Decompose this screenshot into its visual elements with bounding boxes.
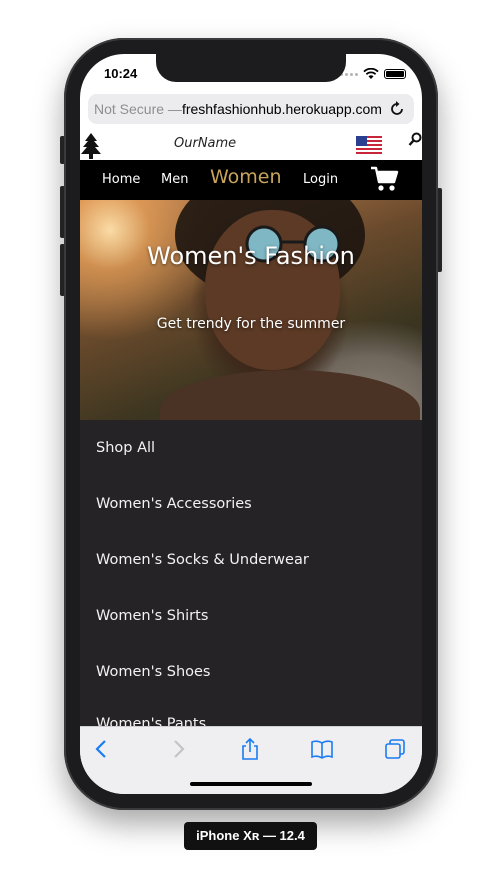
category-menu: Shop All Women's Accessories Women's Soc… (80, 420, 422, 726)
phone-screen: 10:24 Not Secure — freshfashionhub.herok… (80, 54, 422, 794)
not-secure-label: Not Secure — (94, 101, 182, 117)
nav-men[interactable]: Men (161, 172, 188, 187)
hero-photo-shoulder (160, 370, 420, 420)
nav-home[interactable]: Home (102, 172, 140, 187)
nav-women[interactable]: Women (210, 166, 282, 188)
us-flag-icon[interactable] (356, 136, 382, 154)
status-icons (340, 68, 406, 80)
url-host: freshfashionhub.herokuapp.com (181, 101, 382, 117)
brand-name[interactable]: OurName (174, 136, 236, 151)
status-time: 10:24 (104, 66, 138, 81)
main-nav: Home Men Women Login (80, 160, 422, 200)
forward-chevron-icon[interactable] (166, 737, 190, 761)
menu-item-shoes[interactable]: Women's Shoes (96, 664, 211, 680)
wifi-icon (363, 68, 379, 79)
nav-login[interactable]: Login (303, 172, 338, 187)
search-icon[interactable] (408, 132, 422, 148)
menu-item-pants[interactable]: Women's Pants (96, 716, 206, 726)
menu-item-shirts[interactable]: Women's Shirts (96, 608, 208, 624)
menu-item-shop-all[interactable]: Shop All (96, 440, 155, 456)
reload-icon[interactable] (388, 100, 406, 118)
address-bar[interactable]: Not Secure — freshfashionhub.herokuapp.c… (88, 94, 414, 124)
tabs-icon[interactable] (383, 737, 407, 761)
notch (156, 54, 346, 82)
tree-logo-icon[interactable] (80, 132, 102, 160)
battery-icon (384, 69, 406, 79)
bookmarks-icon[interactable] (310, 737, 334, 761)
hero-subtitle: Get trendy for the summer (156, 316, 346, 332)
hero-title: Women's Fashion (147, 242, 355, 270)
menu-item-accessories[interactable]: Women's Accessories (96, 496, 252, 512)
menu-item-socks-underwear[interactable]: Women's Socks & Underwear (96, 552, 309, 568)
home-indicator[interactable] (190, 782, 312, 786)
hero-banner: Women's Fashion Get trendy for the summe… (80, 200, 422, 420)
device-label: iPhone Xʀ — 12.4 (184, 822, 317, 850)
back-chevron-icon[interactable] (90, 737, 114, 761)
shopping-cart-icon[interactable] (370, 165, 400, 193)
site-topbar: OurName (80, 132, 422, 160)
share-icon[interactable] (238, 737, 262, 761)
